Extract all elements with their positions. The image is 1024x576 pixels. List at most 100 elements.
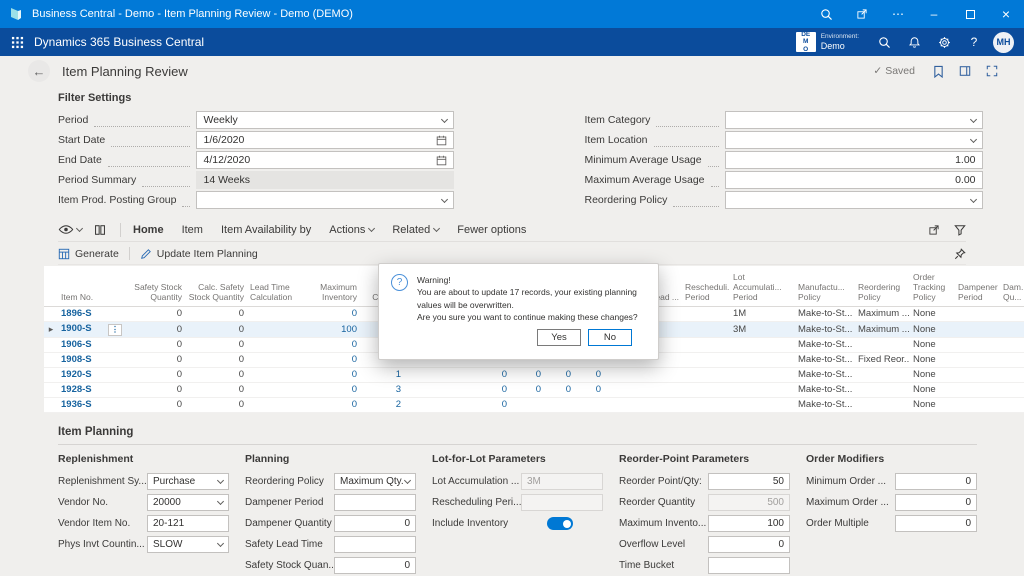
- cell-safety-stock-quantity[interactable]: 0: [125, 367, 185, 382]
- row-selector[interactable]: [44, 367, 58, 382]
- column-header-maximum-inventory[interactable]: Maximum Inventory: [307, 266, 360, 306]
- cell-col-7[interactable]: 0: [510, 367, 544, 382]
- cell-dam-qu[interactable]: [1000, 306, 1024, 321]
- grid-row-1928-S[interactable]: 1928-S00030000Make-to-St...None: [44, 382, 1024, 397]
- row-context-menu-icon[interactable]: ⋮: [108, 324, 122, 336]
- close-button[interactable]: ×: [988, 0, 1024, 28]
- cell-manufactu-policy[interactable]: Make-to-St...: [795, 306, 855, 321]
- cell-order-tracking-policy[interactable]: None: [910, 352, 955, 367]
- menu-item-actions[interactable]: Actions: [329, 224, 374, 236]
- item-location-input[interactable]: [725, 131, 983, 149]
- layout-pane-icon[interactable]: [959, 65, 971, 77]
- minimize-button[interactable]: –: [916, 0, 952, 28]
- cell-dam-qu[interactable]: [1000, 382, 1024, 397]
- chevron-down-icon[interactable]: [441, 195, 448, 202]
- column-header-dampener-period[interactable]: Dampener Period: [955, 266, 1000, 306]
- dampener-period-input[interactable]: [334, 494, 416, 511]
- cell-calc-safety-stock-quantity[interactable]: 0: [185, 306, 247, 321]
- vendor-no-input[interactable]: 20000: [147, 494, 229, 511]
- user-avatar[interactable]: MH: [993, 32, 1014, 53]
- calendar-icon[interactable]: [436, 135, 447, 146]
- generate-button[interactable]: Generate: [58, 248, 119, 260]
- column-header-item-no[interactable]: Item No.: [58, 266, 125, 306]
- cell-lead-time-calculation[interactable]: [247, 382, 307, 397]
- maximum-average-usage-input[interactable]: 0.00: [725, 171, 983, 189]
- reordering-policy-input[interactable]: Maximum Qty.: [334, 473, 416, 490]
- chevron-down-icon[interactable]: [404, 477, 411, 484]
- cell-col-7[interactable]: 0: [510, 382, 544, 397]
- cell-lead-time-calculation[interactable]: [247, 337, 307, 352]
- view-options-icon[interactable]: [58, 224, 82, 235]
- cell-order-tracking-policy[interactable]: None: [910, 382, 955, 397]
- cell-item-no[interactable]: 1936-S: [58, 397, 125, 412]
- reorder-point-qty-input[interactable]: 50: [708, 473, 790, 490]
- cell-lot-accumulati-period[interactable]: 1M: [730, 306, 795, 321]
- start-date-input[interactable]: 1/6/2020: [196, 131, 454, 149]
- cell-y-lead[interactable]: [604, 367, 682, 382]
- cell-maximum-inventory[interactable]: 0: [307, 382, 360, 397]
- cell-calc-safety-stock-quantity[interactable]: 0: [185, 382, 247, 397]
- browser-search-icon[interactable]: [808, 0, 844, 28]
- cell-calc[interactable]: 2: [360, 397, 404, 412]
- row-selector[interactable]: [44, 382, 58, 397]
- cell-rescheduli-period[interactable]: [682, 352, 730, 367]
- row-selector[interactable]: [44, 352, 58, 367]
- row-selector[interactable]: [44, 337, 58, 352]
- cell-reordering-policy[interactable]: Maximum ...: [855, 321, 910, 337]
- cell-col-8[interactable]: 0: [544, 382, 574, 397]
- cell-maximum-inventory[interactable]: 100: [307, 321, 360, 337]
- cell-lot-accumulati-period[interactable]: [730, 397, 795, 412]
- open-in-window-icon[interactable]: [844, 0, 880, 28]
- cell-lead-time-calculation[interactable]: [247, 367, 307, 382]
- chevron-down-icon[interactable]: [969, 115, 976, 122]
- search-icon[interactable]: [869, 28, 899, 56]
- cell-lot-accumulati-period[interactable]: [730, 367, 795, 382]
- cell-item-no[interactable]: 1928-S: [58, 382, 125, 397]
- environment-indicator[interactable]: DEMO Environment: Demo: [796, 32, 859, 52]
- cell-dam-qu[interactable]: [1000, 367, 1024, 382]
- menu-item-home[interactable]: Home: [133, 224, 164, 236]
- yes-button[interactable]: Yes: [537, 329, 581, 346]
- cell-maximum-inventory[interactable]: 0: [307, 367, 360, 382]
- cell-safety-stock-quantity[interactable]: 0: [125, 306, 185, 321]
- chevron-down-icon[interactable]: [441, 115, 448, 122]
- dampener-quantity-input[interactable]: 0: [334, 515, 416, 532]
- column-header-order-tracking-policy[interactable]: Order Tracking Policy: [910, 266, 955, 306]
- cell-lot-accumulati-period[interactable]: 3M: [730, 321, 795, 337]
- item-category-input[interactable]: [725, 111, 983, 129]
- cell-manufactu-policy[interactable]: Make-to-St...: [795, 382, 855, 397]
- maximum-order-input[interactable]: 0: [895, 494, 977, 511]
- chevron-down-icon[interactable]: [217, 540, 224, 547]
- column-header-reordering-policy[interactable]: Reordering Policy: [855, 266, 910, 306]
- minimum-average-usage-input[interactable]: 1.00: [725, 151, 983, 169]
- overflow-level-input[interactable]: 0: [708, 536, 790, 553]
- cell-item-no[interactable]: 1908-S: [58, 352, 125, 367]
- chevron-down-icon[interactable]: [217, 498, 224, 505]
- row-selector[interactable]: [44, 306, 58, 321]
- chevron-down-icon[interactable]: [969, 135, 976, 142]
- cell-reordering-policy[interactable]: Fixed Reor...: [855, 352, 910, 367]
- column-header-lot-accumulati-period[interactable]: Lot Accumulati... Period: [730, 266, 795, 306]
- order-multiple-input[interactable]: 0: [895, 515, 977, 532]
- cell-lead-time-calculation[interactable]: [247, 397, 307, 412]
- cell-y-lead[interactable]: [604, 397, 682, 412]
- cell-safety-stock-quantity[interactable]: 0: [125, 397, 185, 412]
- chevron-down-icon[interactable]: [368, 225, 375, 232]
- include-inventory-toggle[interactable]: [547, 517, 573, 530]
- row-selector[interactable]: [44, 397, 58, 412]
- cell-maximum-inventory[interactable]: 0: [307, 337, 360, 352]
- column-header-calc-safety-stock-quantity[interactable]: Calc. Safety Stock Quantity: [185, 266, 247, 306]
- cell-lot-accumulati-period[interactable]: [730, 337, 795, 352]
- cell-rescheduli-period[interactable]: [682, 397, 730, 412]
- cell-order-tracking-policy[interactable]: None: [910, 337, 955, 352]
- cell-dampener-period[interactable]: [955, 382, 1000, 397]
- cell-order-tracking-policy[interactable]: None: [910, 397, 955, 412]
- cell-dampener-period[interactable]: [955, 397, 1000, 412]
- maximum-invento-input[interactable]: 100: [708, 515, 790, 532]
- chevron-down-icon[interactable]: [217, 477, 224, 484]
- vendor-item-no-input[interactable]: 20-121: [147, 515, 229, 532]
- replenishment-sy-input[interactable]: Purchase: [147, 473, 229, 490]
- cell-rescheduli-period[interactable]: [682, 306, 730, 321]
- cell-col-9[interactable]: 0: [574, 367, 604, 382]
- bookmark-icon[interactable]: [933, 65, 944, 78]
